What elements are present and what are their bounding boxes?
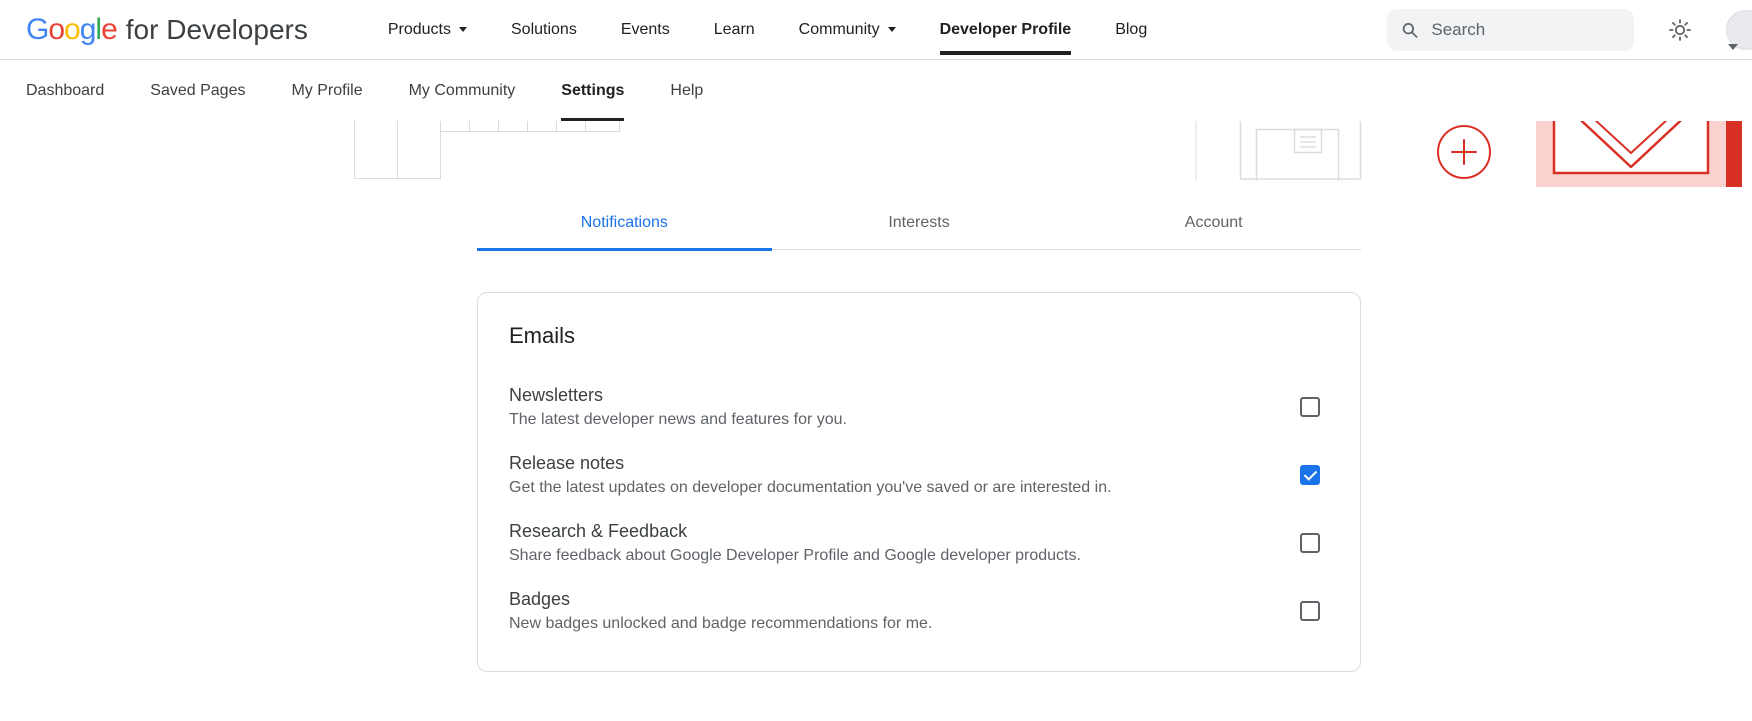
nav-item-label: Community	[799, 21, 880, 39]
theme-toggle-button[interactable]	[1668, 18, 1692, 42]
nav-item-developer-profile[interactable]: Developer Profile	[940, 21, 1072, 39]
nav-item-learn[interactable]: Learn	[714, 21, 755, 39]
subnav-item-label: My Community	[409, 82, 516, 100]
item-title: Research & Feedback	[509, 521, 1081, 542]
nav-item-label: Products	[388, 21, 451, 39]
logo-letter: G	[26, 13, 48, 47]
nav-item-community[interactable]: Community	[799, 21, 896, 39]
search-box[interactable]	[1387, 9, 1634, 51]
search-input[interactable]	[1429, 19, 1620, 41]
item-title: Newsletters	[509, 385, 847, 406]
search-icon	[1401, 20, 1418, 40]
account-menu[interactable]	[1726, 0, 1752, 60]
tab-interests[interactable]: Interests	[772, 199, 1067, 249]
item-description: Get the latest updates on developer docu…	[509, 479, 1112, 497]
nav-item-label: Developer Profile	[940, 21, 1072, 39]
release-notes-checkbox[interactable]	[1300, 465, 1320, 485]
nav-item-blog[interactable]: Blog	[1115, 21, 1147, 39]
chevron-down-icon	[888, 27, 896, 32]
subnav-item-label: Dashboard	[26, 82, 104, 100]
subnav-item-label: Settings	[561, 82, 624, 100]
logo-letter: o	[64, 13, 80, 47]
settings-banner-illustration	[0, 121, 1752, 187]
google-for-developers-logo[interactable]: G o o g l e for Developers	[26, 13, 308, 47]
newsletters-checkbox[interactable]	[1300, 397, 1320, 417]
subnav-item-help[interactable]: Help	[670, 60, 703, 121]
item-text: Badges New badges unlocked and badge rec…	[509, 589, 932, 633]
tab-notifications[interactable]: Notifications	[477, 199, 772, 249]
profile-sub-nav: Dashboard Saved Pages My Profile My Comm…	[0, 60, 1752, 121]
top-header: G o o g l e for Developers Products Solu…	[0, 0, 1752, 60]
emails-card: Emails Newsletters The latest developer …	[477, 292, 1361, 672]
nav-item-solutions[interactable]: Solutions	[511, 21, 577, 39]
item-text: Newsletters The latest developer news an…	[509, 385, 847, 429]
decoration-square	[354, 121, 398, 179]
item-text: Research & Feedback Share feedback about…	[509, 521, 1081, 565]
red-accent-bar	[1726, 121, 1742, 187]
subnav-item-my-community[interactable]: My Community	[409, 60, 516, 121]
email-item-release-notes: Release notes Get the latest updates on …	[509, 441, 1320, 509]
chevron-down-icon	[1728, 44, 1738, 50]
decoration-square	[397, 121, 441, 179]
settings-tabs: Notifications Interests Account	[477, 199, 1361, 250]
badges-checkbox[interactable]	[1300, 601, 1320, 621]
sun-icon	[1668, 18, 1692, 42]
nav-item-label: Learn	[714, 21, 755, 39]
envelope-illustration	[1536, 121, 1726, 187]
nav-item-events[interactable]: Events	[621, 21, 670, 39]
decoration-cell	[498, 121, 528, 132]
decoration-cell	[469, 121, 499, 132]
subnav-item-label: My Profile	[291, 82, 362, 100]
logo-suffix: for Developers	[126, 14, 308, 46]
email-item-research-feedback: Research & Feedback Share feedback about…	[509, 509, 1320, 577]
email-item-badges: Badges New badges unlocked and badge rec…	[509, 577, 1320, 645]
subnav-item-dashboard[interactable]: Dashboard	[26, 60, 104, 121]
decoration-cell	[527, 121, 557, 132]
decoration-cell	[440, 121, 470, 132]
subnav-item-label: Saved Pages	[150, 82, 245, 100]
tab-account[interactable]: Account	[1066, 199, 1361, 249]
email-item-newsletters: Newsletters The latest developer news an…	[509, 373, 1320, 441]
item-description: The latest developer news and features f…	[509, 411, 847, 429]
decoration-card-outline	[1195, 121, 1365, 181]
item-title: Release notes	[509, 453, 1112, 474]
nav-item-label: Blog	[1115, 21, 1147, 39]
card-title: Emails	[509, 323, 1320, 349]
subnav-item-my-profile[interactable]: My Profile	[291, 60, 362, 121]
research-feedback-checkbox[interactable]	[1300, 533, 1320, 553]
logo-letter: e	[101, 13, 117, 47]
main-nav: Products Solutions Events Learn Communit…	[388, 0, 1147, 59]
decoration-cell	[556, 121, 586, 132]
nav-item-label: Solutions	[511, 21, 577, 39]
chevron-down-icon	[459, 27, 467, 32]
subnav-item-saved-pages[interactable]: Saved Pages	[150, 60, 245, 121]
subnav-item-settings[interactable]: Settings	[561, 60, 624, 121]
logo-letter: o	[48, 13, 64, 47]
header-right	[1387, 0, 1752, 60]
settings-content: Notifications Interests Account Emails N…	[477, 199, 1361, 672]
nav-item-label: Events	[621, 21, 670, 39]
item-title: Badges	[509, 589, 932, 610]
nav-item-products[interactable]: Products	[388, 21, 467, 39]
item-text: Release notes Get the latest updates on …	[509, 453, 1112, 497]
plus-icon	[1432, 123, 1496, 187]
subnav-item-label: Help	[670, 82, 703, 100]
logo-letter: g	[80, 13, 96, 47]
decoration-cell	[585, 121, 620, 132]
item-description: Share feedback about Google Developer Pr…	[509, 547, 1081, 565]
item-description: New badges unlocked and badge recommenda…	[509, 615, 932, 633]
